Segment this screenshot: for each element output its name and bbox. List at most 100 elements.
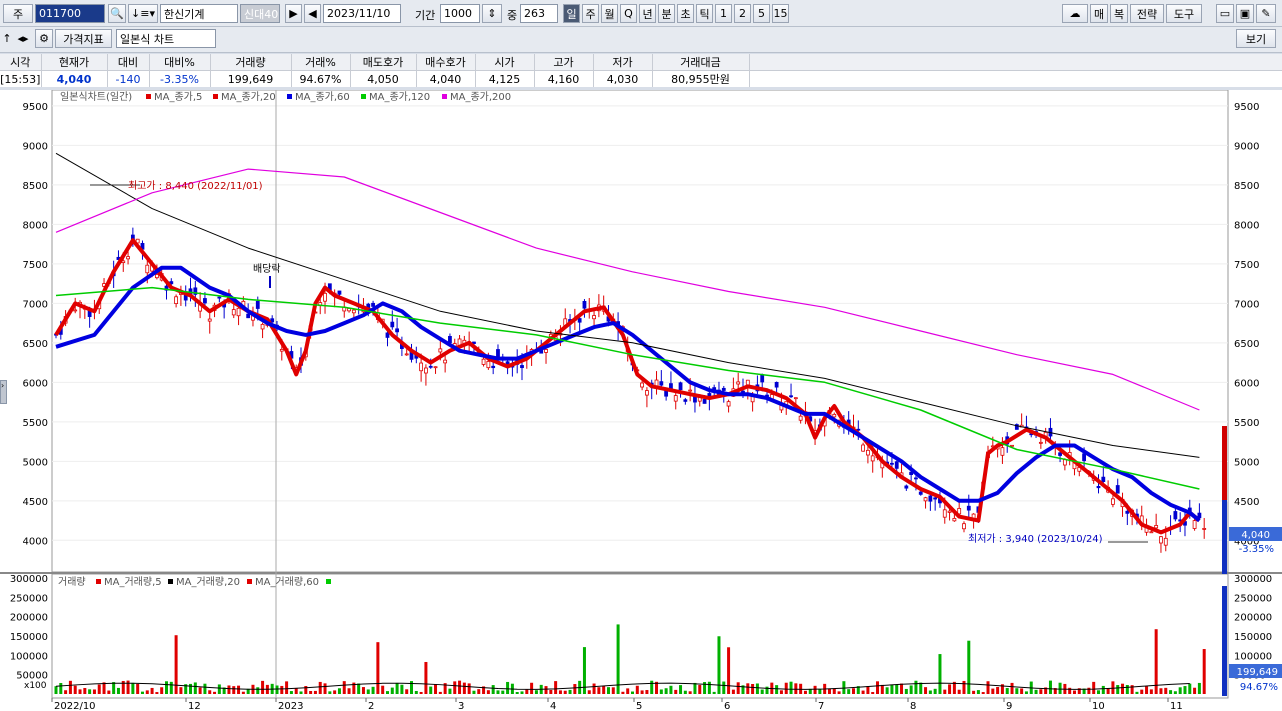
volume-bar — [885, 687, 889, 694]
volume-legend-item-2: MA_거래량,60 — [255, 576, 319, 588]
x-label: 6 — [724, 701, 730, 711]
volume-bar — [1125, 685, 1129, 694]
volume-bar — [1183, 686, 1187, 694]
volume-bar — [626, 688, 630, 694]
volume-bar — [131, 682, 135, 694]
period-button-3[interactable]: Q — [620, 4, 637, 23]
date-input[interactable]: 2023/11/10 — [323, 4, 401, 23]
volume-bar — [712, 691, 716, 694]
settings-icon[interactable]: ⚙ — [35, 29, 53, 48]
quote-value-2: -140 — [107, 70, 150, 87]
volume-tick-left: 250000 — [10, 593, 48, 604]
volume-bar — [337, 688, 341, 694]
candle-body — [1154, 525, 1159, 529]
current-volume-label: 199,649 — [1237, 667, 1278, 678]
candle-body — [246, 313, 251, 319]
play-forward-button[interactable]: ▶ — [285, 4, 302, 23]
price-panel — [51, 89, 1229, 573]
stock-code-input[interactable]: 011700 — [35, 4, 105, 23]
right-button-0[interactable]: 매 — [1090, 4, 1108, 23]
volume-bar — [169, 681, 173, 694]
jung-input[interactable]: 263 — [520, 4, 558, 23]
candle-body — [832, 413, 837, 418]
candle-body — [236, 307, 241, 317]
period-button-0[interactable]: 일 — [563, 4, 580, 23]
period-button-2[interactable]: 월 — [601, 4, 618, 23]
x-label: 8 — [910, 701, 916, 711]
wrench-icon[interactable]: ✎ — [1256, 4, 1276, 23]
candle-body — [966, 505, 971, 511]
quote-value-7: 4,040 — [416, 70, 476, 87]
price-tick-right: 4500 — [1234, 497, 1259, 508]
chart-type-select[interactable]: 일본식 차트 — [116, 29, 216, 48]
candle-body — [1125, 510, 1130, 514]
play-back-button[interactable]: ◀ — [304, 4, 321, 23]
volume-bar — [736, 682, 740, 694]
period-button-7[interactable]: 틱 — [696, 4, 713, 23]
cloud-icon[interactable]: ☁ — [1062, 4, 1088, 23]
left-collapse-handle[interactable]: › — [0, 380, 7, 404]
quote-value-6: 4,050 — [350, 70, 417, 87]
up-arrow-icon[interactable]: ↑ — [2, 29, 12, 48]
period-button-6[interactable]: 초 — [677, 4, 694, 23]
quote-header-4: 거래량 — [210, 54, 292, 71]
stock-chart[interactable]: 9500 95009000 90008500 85008000 80007500 7500… — [0, 89, 1282, 711]
candle-body — [424, 367, 428, 374]
x-label: 2 — [368, 701, 374, 711]
period-button-1[interactable]: 주 — [582, 4, 599, 23]
volume-bar — [54, 686, 58, 694]
save-icon[interactable]: ▣ — [1236, 4, 1254, 23]
candle-body — [774, 381, 779, 388]
period-input[interactable]: 1000 — [440, 4, 480, 23]
price-legend-item-1: MA_종가,20 — [221, 91, 276, 103]
candle-body — [1000, 447, 1005, 456]
period-button-11[interactable]: 15 — [772, 4, 789, 23]
volume-bar — [731, 689, 735, 694]
x-label: 4 — [550, 701, 556, 711]
quote-header-11: 거래대금 — [652, 54, 750, 71]
stock-name-display: 한신기계 — [160, 4, 238, 23]
right-button-1[interactable]: 복 — [1110, 4, 1128, 23]
volume-bar — [419, 691, 423, 694]
quote-value-5: 94.67% — [291, 70, 351, 87]
period-stepper[interactable]: ⇕ — [482, 4, 502, 23]
volume-bar — [1097, 690, 1101, 694]
period-button-9[interactable]: 2 — [734, 4, 751, 23]
sort-icon[interactable]: ↓≡▾ — [128, 4, 158, 23]
volume-bar — [1039, 689, 1043, 694]
candle-body — [952, 518, 957, 522]
candle-body — [793, 397, 798, 400]
legend-dot — [287, 94, 292, 99]
main-toolbar: 주 011700 🔍 ↓≡▾ 한신기계 신대40 ▶ ◀ 2023/11/10 … — [0, 0, 1282, 27]
volume-bar — [827, 688, 831, 694]
volume-bar — [544, 686, 548, 694]
volume-bar — [438, 691, 442, 694]
left-right-icon[interactable]: ◂▸ — [14, 29, 32, 48]
indicator-button[interactable]: 가격지표 — [55, 29, 112, 48]
panel-divider[interactable] — [0, 572, 1282, 574]
market-select[interactable]: 주 — [3, 4, 33, 23]
legend-dot — [96, 579, 101, 584]
period-button-5[interactable]: 분 — [658, 4, 675, 23]
volume-bar — [933, 688, 937, 694]
folder-icon[interactable]: ▭ — [1216, 4, 1234, 23]
volume-bar — [972, 690, 976, 694]
candle-body — [260, 323, 265, 330]
period-button-10[interactable]: 5 — [753, 4, 770, 23]
volume-bar — [97, 684, 101, 694]
period-button-4[interactable]: 년 — [639, 4, 656, 23]
right-button-3[interactable]: 도구 — [1166, 4, 1202, 23]
search-icon[interactable]: 🔍 — [108, 4, 126, 23]
price-tick-left: 6500 — [23, 339, 48, 350]
x-label: 12 — [188, 701, 201, 711]
volume-bar — [606, 687, 610, 694]
right-button-2[interactable]: 전략 — [1130, 4, 1164, 23]
chart-area[interactable]: 9500 9500 9000 9000 8500 8500 8000 8000 7500 7500… — [0, 89, 1282, 711]
period-button-8[interactable]: 1 — [715, 4, 732, 23]
candle-body — [1111, 498, 1115, 505]
volume-bar — [861, 690, 865, 694]
candle-body — [962, 523, 966, 530]
price-tick-left: 5000 — [23, 457, 48, 468]
view-button[interactable]: 보기 — [1236, 29, 1276, 48]
volume-bar — [164, 681, 168, 694]
